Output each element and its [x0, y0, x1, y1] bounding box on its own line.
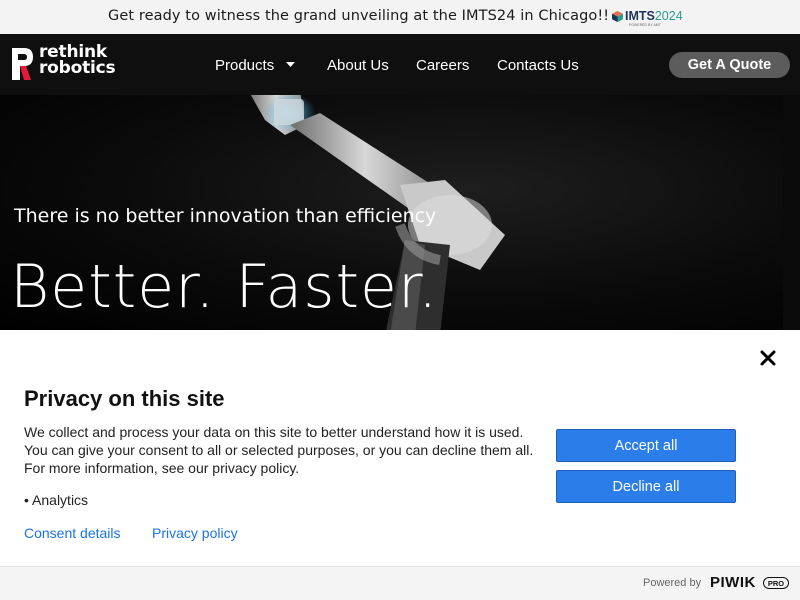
nav-products[interactable]: Products	[215, 57, 274, 74]
hero-headline: Better. Faster.	[10, 252, 439, 322]
rethink-robotics-logo[interactable]: rethink robotics	[9, 42, 127, 84]
nav-about-us[interactable]: About Us	[327, 57, 389, 74]
privacy-consent-banner: Privacy on this site We collect and proc…	[0, 330, 800, 566]
hero-section: There is no better innovation than effic…	[0, 95, 783, 330]
logo-wordmark: rethink robotics	[39, 42, 116, 78]
page-scrollbar[interactable]	[783, 95, 800, 330]
nav-contacts-us[interactable]: Contacts Us	[497, 57, 579, 74]
privacy-policy-link[interactable]: Privacy policy	[152, 525, 238, 541]
piwik-pro-logo[interactable]: PIWIK	[710, 574, 756, 591]
powered-by-footer: Powered by PIWIK PRO	[0, 566, 800, 600]
imts-logo-text: IMTS2024	[625, 9, 683, 23]
consent-purpose-item: • Analytics	[24, 492, 89, 508]
piwik-pro-badge: PRO	[763, 577, 789, 589]
imts-logo-subtext: POWERED BY AMT	[629, 23, 661, 27]
imts-logo-link[interactable]: IMTS2024	[612, 9, 683, 23]
chevron-down-icon[interactable]	[286, 62, 295, 68]
announcement-text: Get ready to witness the grand unveiling…	[108, 8, 610, 24]
powered-by-label: Powered by	[643, 577, 702, 589]
get-quote-button[interactable]: Get A Quote	[669, 52, 790, 78]
accept-all-button[interactable]: Accept all	[556, 429, 736, 462]
hero-tagline: There is no better innovation than effic…	[14, 205, 437, 227]
decline-all-button[interactable]: Decline all	[556, 470, 736, 503]
consent-title: Privacy on this site	[24, 386, 225, 411]
nav-careers[interactable]: Careers	[416, 57, 469, 74]
rethink-logo-icon	[12, 48, 33, 80]
consent-description: We collect and process your data on this…	[24, 424, 534, 476]
imts-cube-icon	[612, 10, 623, 22]
consent-details-link[interactable]: Consent details	[24, 525, 121, 541]
close-icon[interactable]	[760, 350, 776, 366]
announcement-bar: Get ready to witness the grand unveiling…	[0, 0, 800, 34]
